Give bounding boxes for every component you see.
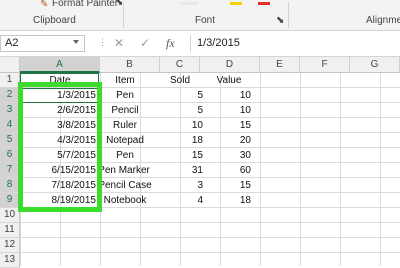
row-header[interactable]: 10: [0, 208, 20, 223]
sold-cell[interactable]: 10: [160, 118, 203, 133]
value-cell[interactable]: 30: [200, 148, 251, 163]
sold-cell[interactable]: 5: [160, 88, 203, 103]
name-box-value: A2: [5, 37, 19, 49]
fill-color-button[interactable]: [180, 2, 198, 5]
ribbon-separator: [288, 2, 289, 28]
header-sold[interactable]: Sold: [160, 73, 200, 88]
fill-color-swatch: [230, 2, 242, 5]
value-cell[interactable]: 15: [200, 118, 251, 133]
row-header[interactable]: 12: [0, 238, 20, 253]
sold-cell[interactable]: 4: [160, 193, 203, 208]
item-cell[interactable]: Ruler: [100, 118, 150, 133]
item-cell[interactable]: Pencil: [100, 103, 150, 118]
font-launcher-icon[interactable]: ⬊: [276, 15, 284, 26]
value-cell[interactable]: 15: [200, 178, 251, 193]
check-icon[interactable]: ✓: [140, 36, 150, 50]
header-value[interactable]: Value: [200, 73, 258, 88]
value-cell[interactable]: 10: [200, 103, 251, 118]
row-header[interactable]: 1: [0, 73, 20, 88]
header-item[interactable]: Item: [100, 73, 150, 88]
sold-cell[interactable]: 18: [160, 133, 203, 148]
item-cell[interactable]: Pen: [100, 148, 150, 163]
column-header-a[interactable]: A: [20, 57, 100, 73]
item-cell[interactable]: Pen Marker: [94, 163, 154, 178]
row-header[interactable]: 9: [0, 193, 20, 208]
clipboard-group-label: Clipboard: [33, 15, 76, 26]
format-painter-button[interactable]: Format Painter: [52, 0, 118, 9]
item-cell[interactable]: Notebook: [96, 193, 154, 208]
formula-input[interactable]: 1/3/2015: [190, 35, 400, 52]
chevron-down-icon[interactable]: [73, 40, 79, 44]
green-highlight-box: [18, 82, 102, 212]
format-painter-icon[interactable]: ✎: [40, 0, 48, 10]
column-header-e[interactable]: E: [260, 57, 300, 73]
insert-function-icon[interactable]: fx: [166, 36, 175, 51]
row-header[interactable]: 7: [0, 163, 20, 178]
row-header[interactable]: 11: [0, 223, 20, 238]
x-icon[interactable]: ✕: [114, 36, 124, 50]
row-header[interactable]: 2: [0, 88, 20, 103]
select-all-corner[interactable]: [0, 57, 20, 73]
item-cell[interactable]: Pencil Case: [94, 178, 156, 193]
alignment-group-label: Alignmen: [366, 15, 400, 26]
row-header[interactable]: 3: [0, 103, 20, 118]
formula-bar: A2 ⋮ ✕ ✓ fx 1/3/2015: [0, 31, 400, 57]
value-cell[interactable]: 18: [200, 193, 251, 208]
sold-cell[interactable]: 3: [160, 178, 203, 193]
sold-cell[interactable]: 5: [160, 103, 203, 118]
column-header-c[interactable]: C: [160, 57, 200, 73]
font-color-swatch: [258, 2, 270, 5]
more-icon: ⋮: [98, 37, 107, 47]
column-header-g[interactable]: G: [350, 57, 400, 73]
item-cell[interactable]: Pen: [100, 88, 150, 103]
item-cell[interactable]: Notepad: [100, 133, 150, 148]
column-header-f[interactable]: F: [300, 57, 350, 73]
sold-cell[interactable]: 15: [160, 148, 203, 163]
row-header[interactable]: 8: [0, 178, 20, 193]
value-cell[interactable]: 60: [200, 163, 251, 178]
value-cell[interactable]: 10: [200, 88, 251, 103]
row-header[interactable]: 4: [0, 118, 20, 133]
row-header[interactable]: 5: [0, 133, 20, 148]
ribbon: ✎ Format Painter ⬊ Clipboard Font ⬊ Alig…: [0, 0, 400, 31]
column-header-b[interactable]: B: [100, 57, 160, 73]
font-group-label: Font: [195, 15, 216, 26]
row-header[interactable]: 6: [0, 148, 20, 163]
column-header-d[interactable]: D: [200, 57, 260, 73]
ribbon-separator: [123, 2, 124, 28]
sold-cell[interactable]: 31: [160, 163, 203, 178]
value-cell[interactable]: 20: [200, 133, 251, 148]
